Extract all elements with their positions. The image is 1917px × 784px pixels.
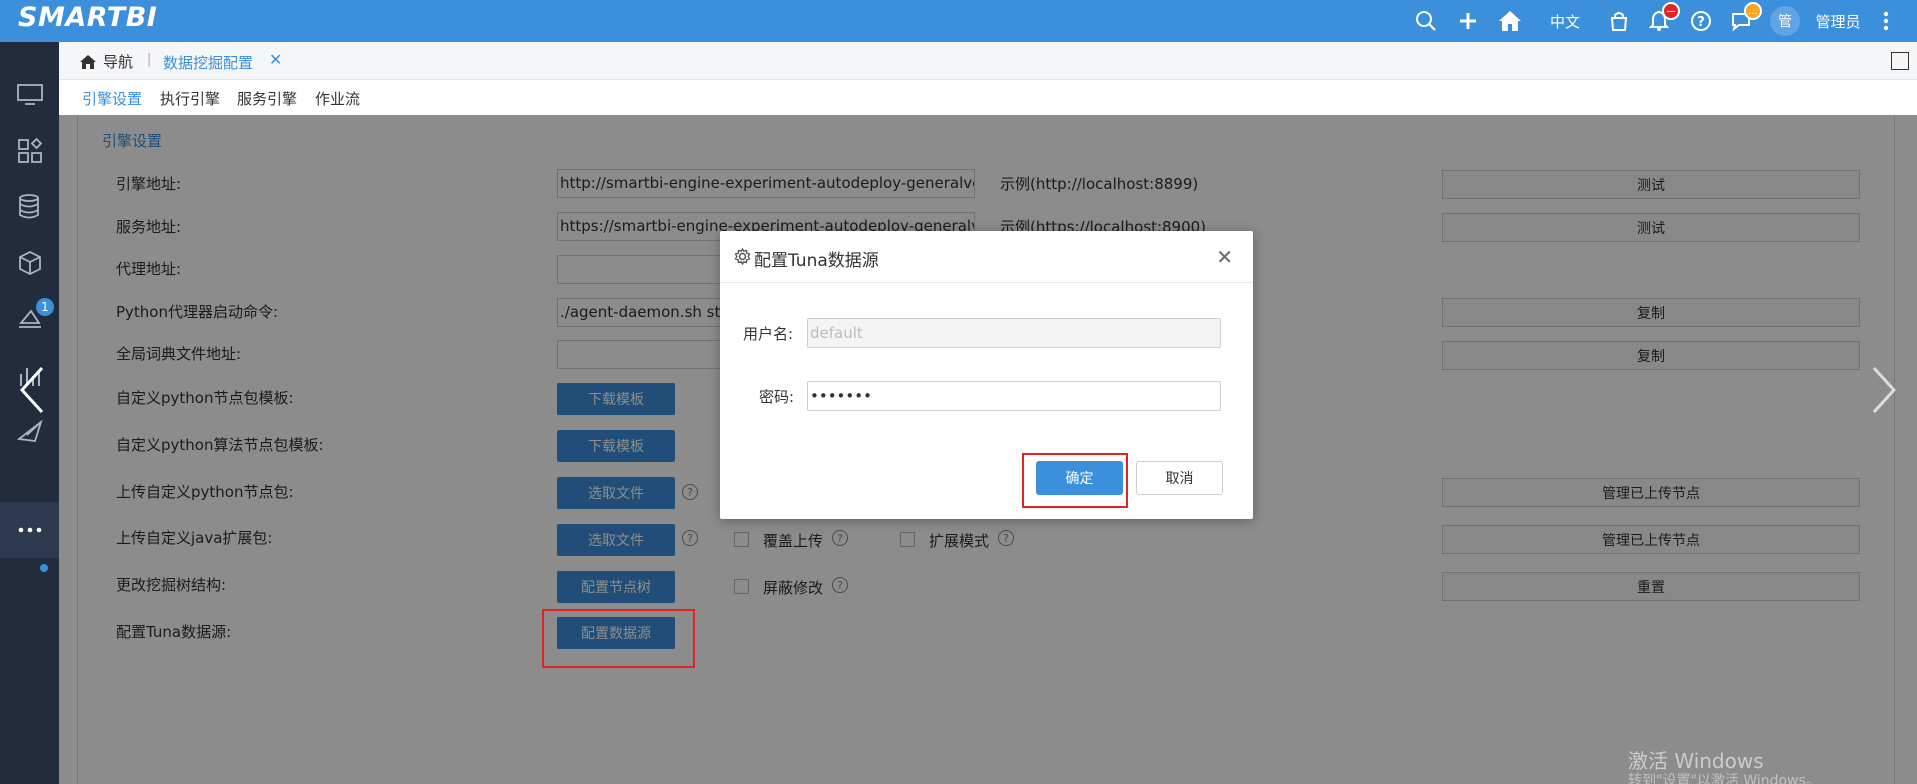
more-vertical-icon[interactable] xyxy=(1876,0,1896,42)
chat-badge: … xyxy=(1744,2,1762,20)
cancel-button[interactable]: 取消 xyxy=(1136,461,1223,495)
tuna-datasource-dialog: 配置Tuna数据源 ✕ 用户名: default 密码: ••••••• 确定 … xyxy=(720,231,1253,519)
sidebar-item-apps[interactable] xyxy=(0,123,59,179)
plus-icon[interactable] xyxy=(1452,0,1484,42)
sidebar-item-cube[interactable] xyxy=(0,235,59,291)
prev-arrow-icon[interactable] xyxy=(18,365,48,415)
dialog-title: 配置Tuna数据源 xyxy=(754,251,879,271)
username-label: 用户名: xyxy=(743,325,794,343)
breadcrumb-separator: | xyxy=(147,52,152,67)
gear-icon xyxy=(734,247,751,269)
cube-icon xyxy=(18,250,41,276)
search-icon[interactable] xyxy=(1410,0,1442,42)
highlight-box xyxy=(542,609,695,668)
user-name[interactable]: 管理员 xyxy=(1808,0,1868,42)
sidebar-item-more[interactable] xyxy=(0,502,59,558)
breadcrumb: 导航 | 数据挖掘配置 ✕ xyxy=(59,42,1917,80)
tab-execution-engine[interactable]: 执行引擎 xyxy=(160,88,220,109)
bag-icon[interactable] xyxy=(1602,0,1636,42)
breadcrumb-current[interactable]: 数据挖掘配置 xyxy=(163,52,253,73)
password-label: 密码: xyxy=(759,388,795,406)
sidebar-item-layers[interactable] xyxy=(0,291,59,347)
send-icon xyxy=(16,419,43,442)
tab-bar: 引擎设置 执行引擎 服务引擎 作业流 xyxy=(59,80,1917,115)
more-icon xyxy=(18,527,41,533)
sidebar-item-monitor[interactable] xyxy=(0,67,59,123)
next-arrow-icon[interactable] xyxy=(1868,365,1898,415)
highlight-box xyxy=(1022,453,1128,508)
windows-watermark-sub: 转到"设置"以激活 Windows。 xyxy=(1628,773,1820,784)
app-logo: SMARTBI xyxy=(18,2,158,33)
layers-icon xyxy=(18,309,41,328)
dialog-header: 配置Tuna数据源 ✕ xyxy=(720,231,1253,283)
avatar[interactable]: 管 xyxy=(1770,6,1800,36)
svg-text:?: ? xyxy=(1697,15,1705,30)
tab-workflow[interactable]: 作业流 xyxy=(315,88,360,109)
sidebar-dot xyxy=(40,564,48,572)
tab-service-engine[interactable]: 服务引擎 xyxy=(237,88,297,109)
apps-icon xyxy=(17,138,42,163)
close-icon[interactable]: ✕ xyxy=(269,50,282,69)
database-icon xyxy=(18,194,39,219)
breadcrumb-home[interactable]: 导航 xyxy=(79,51,133,72)
home-icon[interactable] xyxy=(1492,0,1528,42)
notification-badge: — xyxy=(1662,2,1680,20)
maximize-icon[interactable] xyxy=(1891,52,1909,70)
close-icon[interactable]: ✕ xyxy=(1216,245,1233,269)
sidebar-item-database[interactable] xyxy=(0,179,59,235)
bell-icon[interactable]: — xyxy=(1642,0,1680,42)
home-icon xyxy=(80,54,96,69)
top-bar: SMARTBI 中文 — ? … 管 管理员 xyxy=(0,0,1917,42)
username-field[interactable]: default xyxy=(807,318,1221,348)
chat-icon[interactable]: … xyxy=(1724,0,1762,42)
user-avatar-wrap[interactable]: 管 xyxy=(1768,0,1802,42)
monitor-icon xyxy=(16,84,43,105)
breadcrumb-home-label[interactable]: 导航 xyxy=(103,51,133,72)
help-icon[interactable]: ? xyxy=(1684,0,1718,42)
password-field[interactable]: ••••••• xyxy=(807,381,1221,411)
language-switch[interactable]: 中文 xyxy=(1540,0,1590,42)
tab-engine-settings[interactable]: 引擎设置 xyxy=(82,88,142,109)
